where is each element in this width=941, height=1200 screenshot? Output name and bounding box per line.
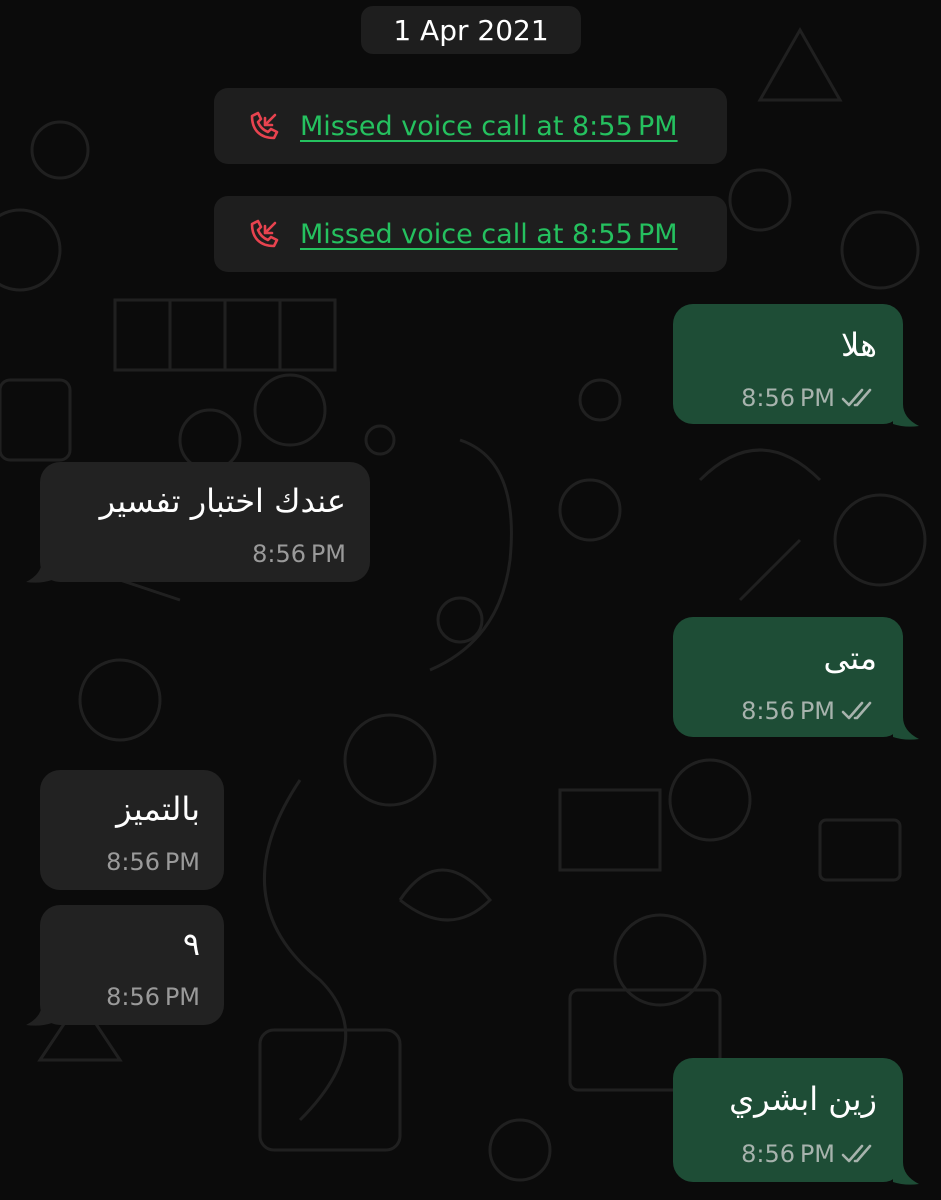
bubble-tail	[893, 404, 919, 427]
bubble-tail	[26, 1003, 52, 1026]
message-text: زين ابشري	[729, 1080, 877, 1118]
bubble-tail	[893, 1162, 919, 1185]
message-bubble-incoming[interactable]: بالتميز 8:56 PM	[40, 770, 224, 890]
missed-call-icon	[250, 219, 279, 248]
message-text: عندك اختبار تفسير	[99, 482, 346, 520]
message-bubble-outgoing[interactable]: متى 8:56 PM	[673, 617, 903, 737]
message-bubble-outgoing[interactable]: هلا 8:56 PM	[673, 304, 903, 424]
date-chip: 1 Apr 2021	[361, 6, 581, 54]
message-text: ٩	[182, 925, 200, 963]
message-time: 8:56 PM	[741, 697, 835, 725]
double-check-icon	[841, 701, 872, 720]
missed-call-notice[interactable]: Missed voice call at 8:55 PM	[214, 196, 727, 272]
message-text: بالتميز	[116, 790, 200, 828]
double-check-icon	[841, 1144, 872, 1163]
missed-call-label[interactable]: Missed voice call at 8:55 PM	[300, 88, 705, 164]
missed-call-label[interactable]: Missed voice call at 8:55 PM	[300, 196, 705, 272]
message-text: هلا	[841, 326, 877, 364]
missed-call-icon	[250, 111, 279, 140]
message-time: 8:56 PM	[106, 983, 200, 1011]
double-check-icon	[841, 388, 872, 407]
message-time: 8:56 PM	[106, 848, 200, 876]
message-bubble-incoming[interactable]: عندك اختبار تفسير 8:56 PM	[40, 462, 370, 582]
message-bubble-outgoing[interactable]: زين ابشري 8:56 PM	[673, 1058, 903, 1182]
bubble-tail	[893, 717, 919, 740]
message-time: 8:56 PM	[741, 1140, 835, 1168]
date-label: 1 Apr 2021	[393, 13, 549, 47]
bubble-tail	[26, 560, 52, 583]
message-bubble-incoming[interactable]: ٩ 8:56 PM	[40, 905, 224, 1025]
missed-call-notice[interactable]: Missed voice call at 8:55 PM	[214, 88, 727, 164]
message-time: 8:56 PM	[252, 540, 346, 568]
message-text: متى	[823, 639, 877, 677]
message-time: 8:56 PM	[741, 384, 835, 412]
